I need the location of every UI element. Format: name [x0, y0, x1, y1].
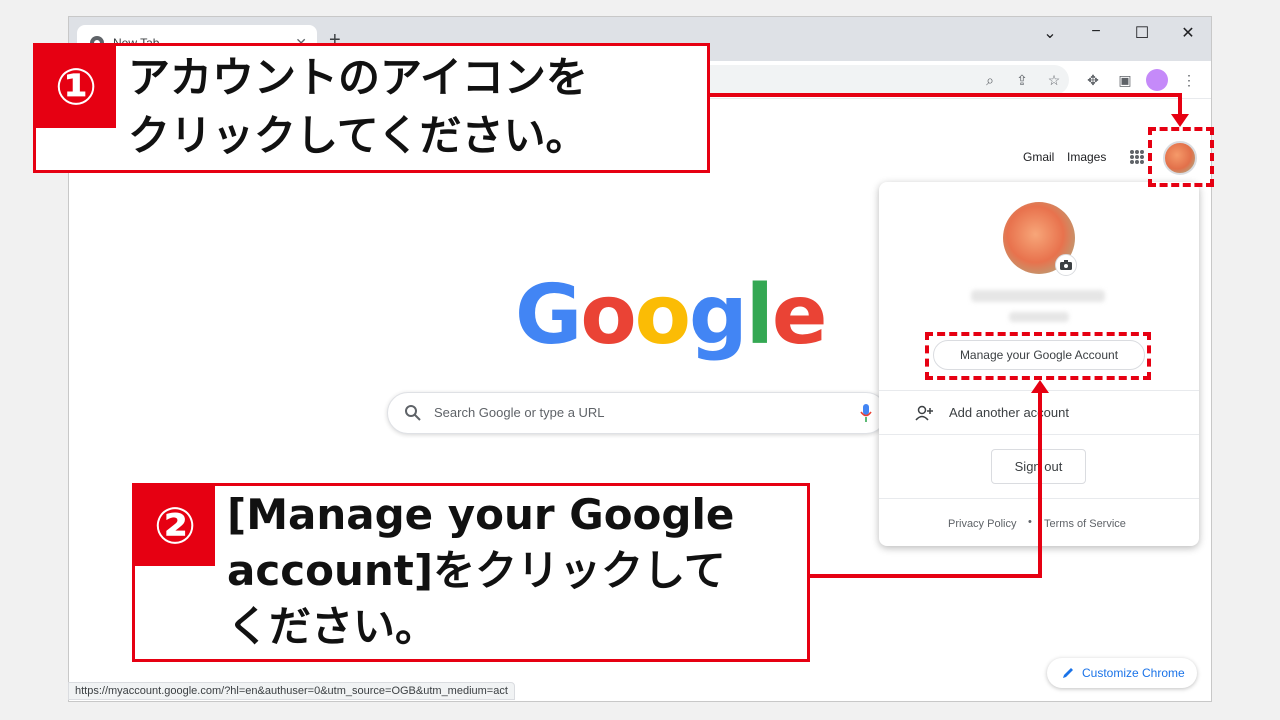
logo-letter: g: [689, 268, 748, 363]
add-person-icon: [915, 405, 933, 421]
arrow-head: [1031, 380, 1049, 393]
privacy-policy-link[interactable]: Privacy Policy: [948, 518, 1016, 530]
status-bar-url: https://myaccount.google.com/?hl=en&auth…: [68, 682, 515, 700]
zoom-icon[interactable]: ⌕: [979, 69, 1001, 91]
images-link[interactable]: Images: [1067, 150, 1106, 164]
maximize-button[interactable]: ☐: [1119, 23, 1165, 43]
menu-icon[interactable]: ⋮: [1178, 69, 1200, 91]
pencil-icon: [1063, 668, 1073, 678]
account-name-redacted: [1009, 312, 1069, 322]
step-2-line-3: ください。: [227, 602, 438, 651]
apps-grid-icon[interactable]: [1130, 150, 1144, 164]
step-2-line-2: account]をクリックして: [227, 546, 726, 595]
logo-letter: o: [634, 268, 691, 363]
search-box[interactable]: Search Google or type a URL: [387, 392, 887, 434]
close-window-button[interactable]: ✕: [1165, 23, 1211, 43]
callout-step-2: ② [Manage your Google account]をクリックして くだ…: [132, 483, 810, 662]
side-panel-icon[interactable]: ▣: [1114, 69, 1136, 91]
microphone-icon[interactable]: [860, 403, 872, 423]
share-icon[interactable]: ⇪: [1011, 69, 1033, 91]
callout-step-1: ① アカウントのアイコンを クリックしてください。: [33, 43, 710, 173]
search-input[interactable]: Search Google or type a URL: [434, 405, 605, 420]
minimize-button[interactable]: −: [1073, 23, 1119, 41]
connector-line: [808, 574, 1042, 578]
customize-chrome-label: Customize Chrome: [1082, 666, 1185, 680]
extensions-icon[interactable]: ✥: [1082, 69, 1104, 91]
step-2-badge: ②: [135, 486, 215, 566]
profile-icon[interactable]: [1146, 69, 1168, 91]
logo-letter: e: [771, 268, 828, 363]
logo-letter: o: [580, 268, 636, 363]
customize-chrome-button[interactable]: Customize Chrome: [1047, 658, 1197, 688]
step-1-line-1: アカウントのアイコンを: [128, 53, 588, 102]
google-logo: Google: [515, 268, 828, 363]
account-email-redacted: [971, 290, 1105, 302]
logo-letter: G: [515, 268, 582, 363]
highlight-manage-button: [925, 332, 1151, 380]
step-1-badge: ①: [36, 46, 116, 128]
step-2-line-1: [Manage your Google: [227, 490, 735, 539]
search-icon: [405, 405, 421, 421]
connector-line: [708, 93, 1182, 97]
add-account-label: Add another account: [949, 405, 1069, 420]
chevron-down-icon[interactable]: ⌄: [1027, 23, 1073, 43]
step-1-line-2: クリックしてください。: [128, 111, 588, 160]
logo-letter: l: [745, 268, 774, 363]
connector-line: [1038, 392, 1042, 578]
camera-icon[interactable]: [1055, 254, 1077, 276]
bookmark-star-icon[interactable]: ☆: [1043, 69, 1065, 91]
terms-link[interactable]: Terms of Service: [1044, 518, 1126, 530]
gmail-link[interactable]: Gmail: [1023, 150, 1054, 164]
arrow-head: [1171, 114, 1189, 127]
separator-dot: •: [1028, 516, 1032, 528]
highlight-avatar: [1148, 127, 1214, 187]
